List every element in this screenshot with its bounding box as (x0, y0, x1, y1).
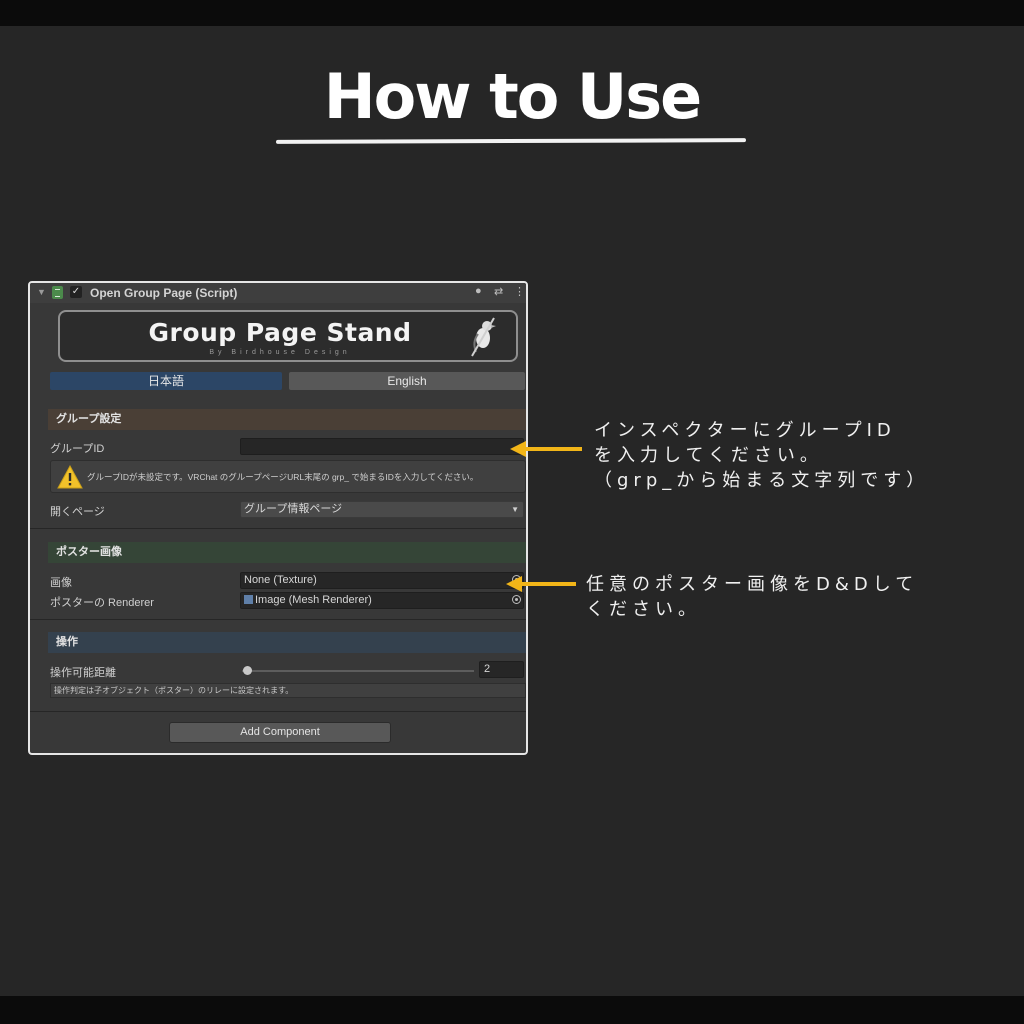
operation-note: 操作判定は子オブジェクト（ポスター）のリレーに設定されます。 (50, 683, 526, 698)
poster-renderer-field[interactable]: Image (Mesh Renderer) (240, 592, 524, 609)
distance-value-input[interactable]: 2 (479, 661, 524, 678)
divider (30, 711, 526, 712)
mesh-renderer-icon (244, 595, 253, 604)
warning-icon (57, 465, 83, 489)
divider (30, 528, 526, 529)
open-page-value: グループ情報ページ (244, 503, 343, 515)
component-header[interactable]: ▼ ✓ Open Group Page (Script) ● ⇄ ⋮ (30, 283, 526, 303)
kebab-menu-icon[interactable]: ⋮ (514, 285, 525, 298)
tab-japanese[interactable]: 日本語 (50, 372, 282, 390)
top-letterbox (0, 0, 1024, 26)
arrow-left-icon (510, 441, 582, 457)
banner-title: Group Page Stand (148, 318, 412, 347)
poster-image-header: ポスター画像 (48, 542, 526, 563)
poster-annotation: 任意のポスター画像をD&Dして ください。 (586, 574, 919, 620)
arrow-left-icon (506, 576, 576, 592)
settings-sliders-icon[interactable]: ⇄ (494, 285, 503, 298)
image-label: 画像 (50, 577, 72, 589)
group-settings-header: グループ設定 (48, 409, 526, 430)
add-component-button[interactable]: Add Component (169, 722, 391, 743)
component-title: Open Group Page (Script) (90, 286, 238, 300)
foldout-triangle-icon[interactable]: ▼ (37, 287, 46, 297)
help-icon[interactable]: ● (475, 285, 482, 297)
banner: Group Page Stand By Birdhouse Design (58, 310, 518, 362)
bottom-letterbox (0, 996, 1024, 1024)
group-id-input[interactable] (240, 438, 524, 455)
title-underline (276, 138, 746, 144)
chevron-down-icon: ▼ (511, 505, 519, 514)
open-page-label: 開くページ (50, 506, 105, 518)
object-picker-icon[interactable] (512, 595, 521, 604)
script-icon (52, 286, 63, 299)
page-title: How to Use (323, 60, 702, 133)
bird-logo-icon (471, 317, 496, 357)
open-page-dropdown[interactable]: グループ情報ページ ▼ (240, 501, 524, 518)
group-id-label: グループID (50, 443, 105, 455)
tab-english[interactable]: English (289, 372, 525, 390)
operation-header: 操作 (48, 632, 526, 653)
image-texture-value: None (Texture) (244, 574, 317, 586)
warning-text: グループIDが未設定です。VRChat のグループページURL末尾の grp_ … (87, 472, 479, 482)
group-id-annotation: インスペクターにグループID を入力してください。 （grp_から始まる文字列で… (594, 420, 930, 491)
distance-slider-track[interactable] (242, 670, 474, 672)
distance-label: 操作可能距離 (50, 667, 116, 679)
warning-box: グループIDが未設定です。VRChat のグループページURL末尾の grp_ … (50, 460, 526, 493)
divider (30, 619, 526, 620)
poster-renderer-label: ポスターの Renderer (50, 597, 154, 609)
image-texture-field[interactable]: None (Texture) (240, 572, 524, 589)
poster-renderer-value: Image (Mesh Renderer) (255, 594, 372, 606)
distance-slider-handle[interactable] (243, 666, 252, 675)
banner-subtitle: By Birdhouse Design (209, 349, 351, 356)
component-enabled-checkbox[interactable]: ✓ (70, 286, 82, 298)
inspector-component-panel: ▼ ✓ Open Group Page (Script) ● ⇄ ⋮ Group… (28, 281, 528, 755)
